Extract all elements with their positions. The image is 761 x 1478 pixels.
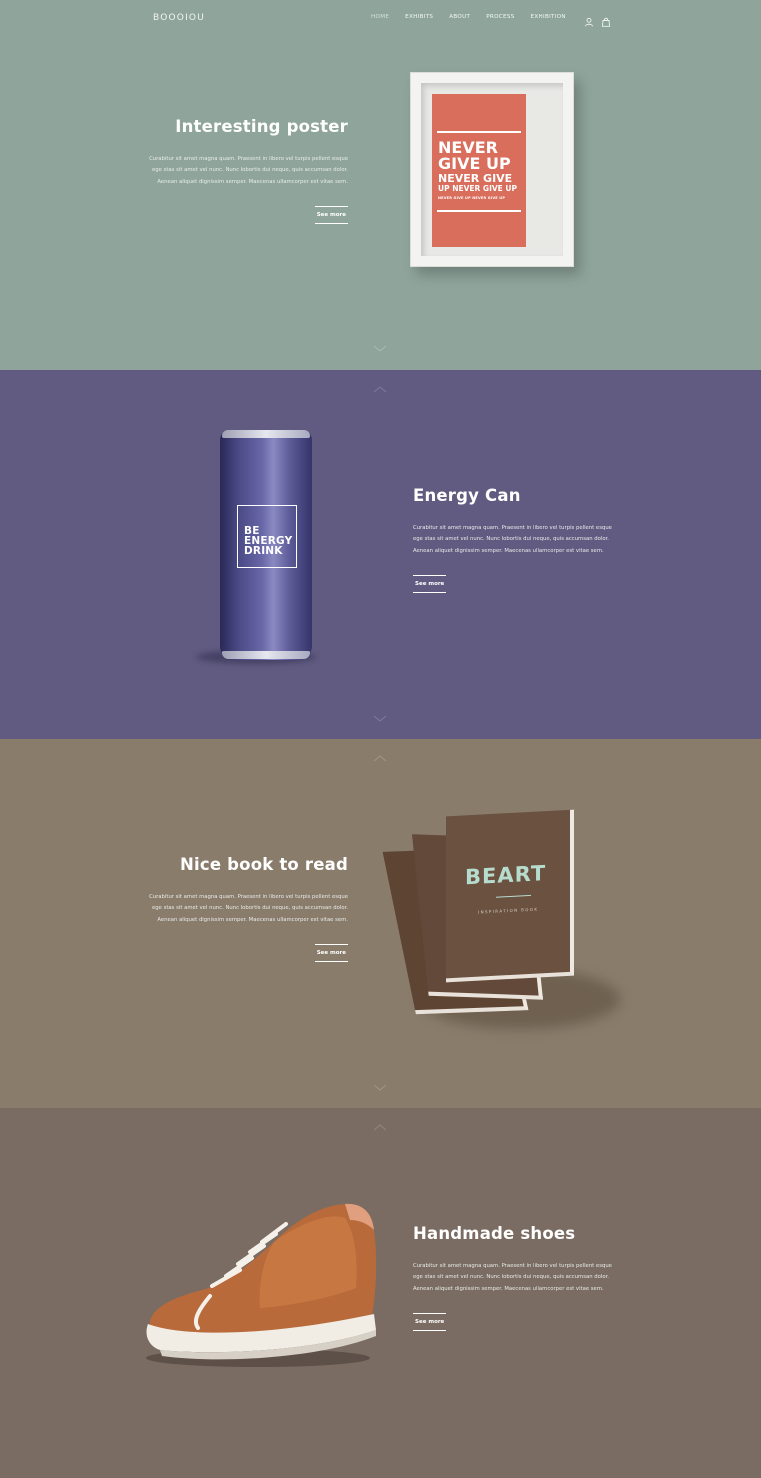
book-cover-image: BEART INSPIRATION BOOK [446,809,574,983]
header-icons [584,12,611,27]
logo[interactable]: BOOOIOU [153,13,205,23]
see-more-link[interactable]: See more [314,943,348,962]
can-logo-box: BE ENERGY DRINK [237,505,297,568]
section-title: Handmade shoes [413,1224,576,1243]
section-title: Nice book to read [179,855,348,874]
can-base [222,651,310,659]
section-title: Interesting poster [175,117,348,136]
chevron-up-icon[interactable] [372,1122,388,1132]
section-title: Energy Can [413,486,521,505]
section-description: Curabitur sit amet magna quam. Praesent … [149,894,348,923]
book-text-block: Nice book to read Curabitur sit amet mag… [148,855,348,962]
section-description: Curabitur sit amet magna quam. Praesent … [413,525,612,554]
see-more-link[interactable]: See more [413,574,447,593]
section-book: Nice book to read Curabitur sit amet mag… [0,739,761,1109]
chevron-up-icon[interactable] [372,384,388,394]
nav-item-about[interactable]: ABOUT [449,14,470,20]
poster-frame-image: NEVER GIVE UP NEVER GIVE UP NEVER GIVE U… [410,72,574,267]
section-shoes: Handmade shoes Curabitur sit amet magna … [0,1108,761,1478]
see-more-link[interactable]: See more [413,1312,447,1331]
header: BOOOIOU HOME EXHIBITS ABOUT PROCESS EXHI… [0,0,761,36]
chevron-up-icon[interactable] [372,753,388,763]
bag-icon[interactable] [601,12,611,27]
nav-item-process[interactable]: PROCESS [486,14,514,20]
shoe-image [146,1203,377,1367]
chevron-down-icon[interactable] [372,1083,388,1093]
can-lid [222,430,310,438]
see-more-link[interactable]: See more [314,205,348,224]
book-subtitle: INSPIRATION BOOK [478,906,539,915]
can-label-line: DRINK [244,545,283,557]
poster-text-block: Interesting poster Curabitur sit amet ma… [148,117,348,224]
poster-line: NEVER GIVE UP NEVER GIVE UP [438,195,506,200]
chevron-down-icon[interactable] [372,344,388,354]
section-description: Curabitur sit amet magna quam. Praesent … [149,156,348,185]
nav-item-exhibits[interactable]: EXHIBITS [405,14,433,20]
section-energy-can: BE ENERGY DRINK Energy Can Curabitur sit… [0,370,761,740]
poster-artwork: NEVER GIVE UP NEVER GIVE UP NEVER GIVE U… [432,94,526,247]
poster-line: GIVE UP [438,154,511,173]
can-text-block: Energy Can Curabitur sit amet magna quam… [413,486,613,593]
main-nav: HOME EXHIBITS ABOUT PROCESS EXHIBITION [371,14,582,20]
chevron-down-icon[interactable] [372,714,388,724]
book-title: BEART [465,861,547,890]
nav-item-home[interactable]: HOME [371,14,389,20]
nav-item-exhibition[interactable]: EXHIBITION [531,14,566,20]
section-poster: Interesting poster Curabitur sit amet ma… [0,0,761,370]
section-description: Curabitur sit amet magna quam. Praesent … [413,1263,612,1292]
poster-line: NEVER GIVE [438,172,513,185]
user-icon[interactable] [584,12,594,27]
poster-line: UP NEVER GIVE UP [438,184,517,193]
shoe-text-block: Handmade shoes Curabitur sit amet magna … [413,1224,613,1331]
